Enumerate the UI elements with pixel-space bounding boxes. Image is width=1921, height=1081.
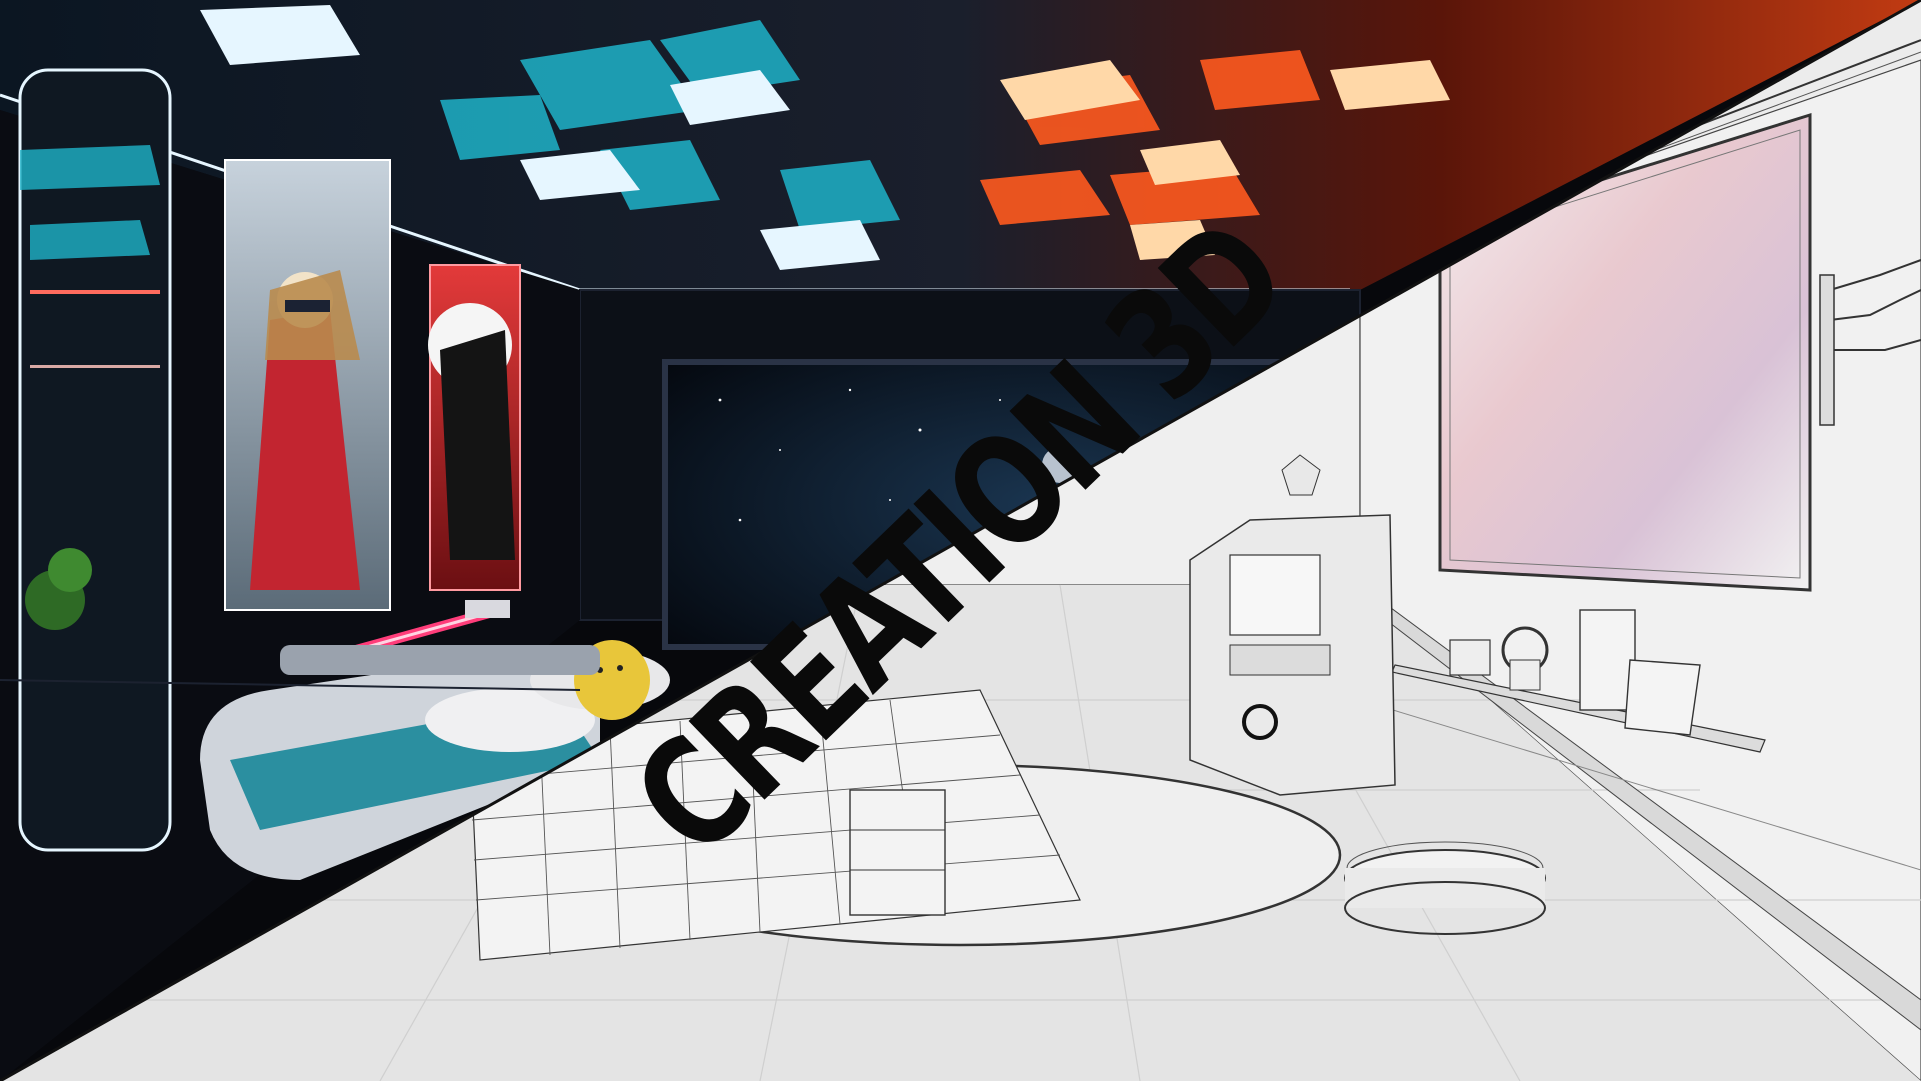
render-scene: CREATION 3D [0,0,1921,1081]
